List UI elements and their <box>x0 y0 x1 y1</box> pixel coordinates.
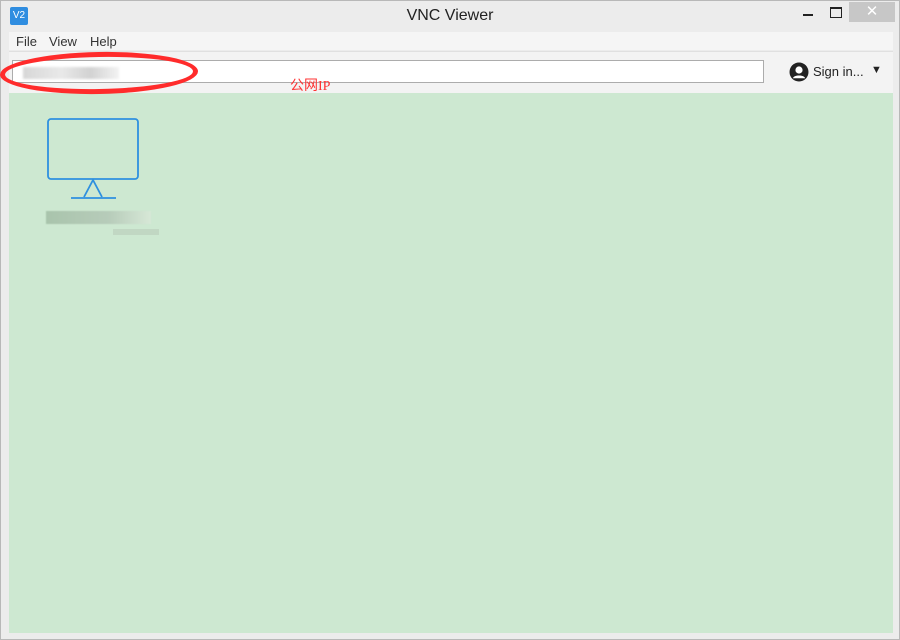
title-bar: V2 VNC Viewer ✕ <box>1 1 899 31</box>
minimize-button[interactable] <box>793 1 823 23</box>
annotation-label: 公网IP <box>290 79 331 94</box>
redacted-computer-name-top <box>113 229 159 235</box>
menu-view[interactable]: View <box>49 34 77 49</box>
sign-in-button[interactable]: Sign in... ▼ <box>789 61 889 83</box>
address-book-area <box>9 93 893 633</box>
close-button[interactable]: ✕ <box>849 2 895 22</box>
maximize-button[interactable] <box>821 1 851 23</box>
menu-help[interactable]: Help <box>90 34 117 49</box>
menu-bar: File View Help <box>9 32 893 50</box>
redacted-computer-name <box>46 211 151 224</box>
menu-file[interactable]: File <box>16 34 37 49</box>
sign-in-label: Sign in... <box>813 64 864 79</box>
window-title: VNC Viewer <box>406 7 494 24</box>
chevron-down-icon[interactable]: ▼ <box>871 64 882 76</box>
user-icon <box>789 62 809 82</box>
vnc-viewer-window: V2 VNC Viewer ✕ File View Help Sign in..… <box>0 0 900 640</box>
